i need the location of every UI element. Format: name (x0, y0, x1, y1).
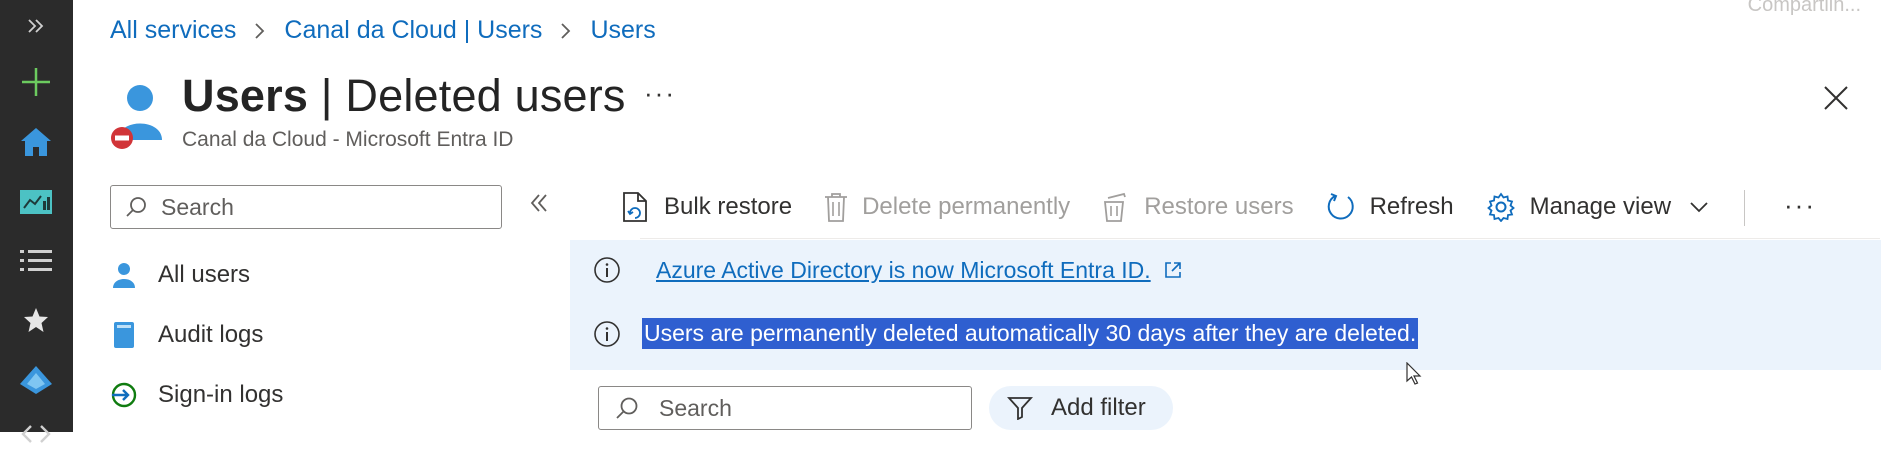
restore-users-button[interactable]: Restore users (1102, 192, 1294, 222)
mouse-pointer-icon (1406, 361, 1422, 391)
page-title-separator: | (308, 70, 346, 121)
left-nav-search-input[interactable] (159, 192, 463, 222)
chevron-right-icon (560, 22, 572, 40)
chevron-down-icon (1689, 201, 1709, 213)
share-hint: Compartilh... (1747, 0, 1861, 16)
sign-in-icon (110, 381, 138, 409)
gear-icon (1486, 192, 1516, 222)
deleted-user-icon (108, 80, 168, 152)
header-more-button[interactable]: ··· (644, 78, 676, 109)
entra-rename-link[interactable]: Azure Active Directory is now Microsoft … (656, 257, 1151, 284)
refresh-label: Refresh (1369, 193, 1454, 220)
nav-item-label: All users (158, 261, 251, 288)
trash-icon (824, 192, 848, 222)
page-title: Users | Deleted users (182, 70, 626, 122)
breadcrumb: All services Canal da Cloud | Users User… (110, 16, 656, 45)
command-bar: Bulk restore Delete permanently Restore … (620, 186, 1741, 228)
retention-notice-banner: Users are permanently deleted automatica… (592, 318, 1419, 349)
bulk-restore-button[interactable]: Bulk restore (620, 191, 792, 223)
bulk-restore-label: Bulk restore (664, 193, 793, 220)
page-title-main: Users (182, 70, 309, 121)
retention-notice-text: Users are permanently deleted automatica… (642, 318, 1419, 349)
search-icon (125, 196, 147, 218)
dashboard-icon[interactable] (10, 182, 62, 222)
info-icon (592, 255, 622, 285)
nav-item-sign-in-logs[interactable]: Sign-in logs (110, 373, 283, 417)
users-grid-search-input[interactable] (657, 393, 961, 423)
breadcrumb-all-services[interactable]: All services (110, 16, 236, 45)
portal-left-rail (0, 0, 73, 443)
external-link-icon (1163, 260, 1183, 280)
code-icon[interactable] (10, 414, 62, 454)
manage-view-button[interactable]: Manage view (1486, 192, 1709, 222)
search-icon (615, 396, 639, 420)
user-icon (110, 261, 138, 289)
page-title-sub: Deleted users (345, 70, 626, 121)
nav-item-label: Audit logs (158, 321, 264, 348)
toolbar-separator-line (640, 238, 1880, 239)
entra-icon[interactable] (10, 360, 62, 400)
page-subtitle: Canal da Cloud - Microsoft Entra ID (182, 128, 514, 151)
plus-icon[interactable] (10, 62, 62, 102)
close-button[interactable] (1818, 80, 1854, 116)
delete-permanently-label: Delete permanently (862, 193, 1071, 220)
breadcrumb-users[interactable]: Users (590, 16, 655, 45)
nav-item-audit-logs[interactable]: Audit logs (110, 313, 263, 357)
entra-rename-banner: Azure Active Directory is now Microsoft … (592, 255, 1183, 285)
refresh-icon (1326, 192, 1356, 222)
list-icon[interactable] (10, 240, 62, 280)
home-icon[interactable] (10, 122, 62, 162)
info-icon (592, 319, 622, 349)
star-icon[interactable] (10, 300, 62, 340)
users-grid-search[interactable] (598, 386, 972, 430)
toolbar-more-button[interactable]: ··· (1784, 190, 1816, 221)
double-chevron-left-icon (530, 194, 547, 212)
breadcrumb-canal-da-cloud-users[interactable]: Canal da Cloud | Users (284, 16, 542, 45)
close-icon (1824, 86, 1848, 110)
toolbar-divider (1744, 190, 1745, 226)
refresh-button[interactable]: Refresh (1326, 192, 1454, 222)
audit-log-icon (110, 321, 138, 349)
manage-view-label: Manage view (1529, 193, 1672, 220)
add-filter-label: Add filter (1051, 394, 1146, 421)
expand-chevrons-icon[interactable] (10, 6, 62, 46)
bulk-restore-icon (620, 191, 650, 223)
add-filter-button[interactable]: Add filter (989, 386, 1173, 430)
restore-bin-icon (1102, 192, 1130, 222)
nav-item-all-users[interactable]: All users (110, 253, 250, 297)
nav-item-label: Sign-in logs (158, 381, 284, 408)
left-nav-search[interactable] (110, 185, 502, 229)
delete-permanently-button[interactable]: Delete permanently (824, 192, 1070, 222)
restore-users-label: Restore users (1144, 193, 1294, 220)
chevron-right-icon (254, 22, 266, 40)
collapse-menu-button[interactable] (528, 192, 550, 219)
filter-icon (1007, 396, 1033, 420)
